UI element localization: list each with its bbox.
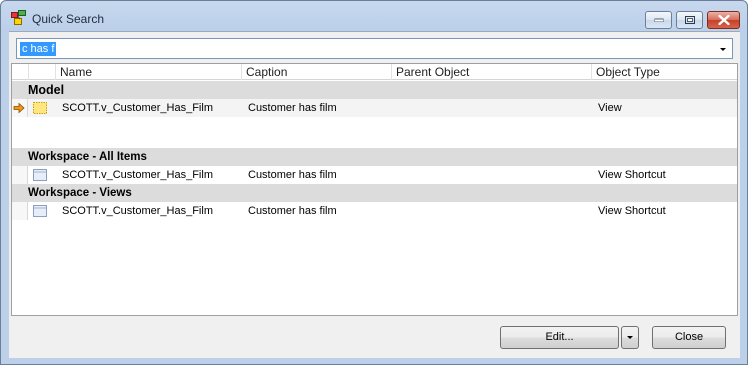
column-header-name[interactable]: Name bbox=[55, 64, 241, 80]
title-bar[interactable]: Quick Search bbox=[1, 1, 747, 31]
results-grid[interactable]: Name Caption Parent Object Object Type M… bbox=[11, 63, 738, 316]
column-header-object-type[interactable]: Object Type bbox=[591, 64, 737, 80]
minimize-button[interactable] bbox=[645, 11, 672, 29]
cell-name: SCOTT.v_Customer_Has_Film bbox=[62, 169, 213, 181]
grid-header: Name Caption Parent Object Object Type bbox=[12, 64, 737, 80]
row-header-corner bbox=[12, 64, 29, 80]
cell-object-type: View Shortcut bbox=[598, 169, 666, 181]
search-combobox[interactable]: c has f bbox=[16, 38, 733, 59]
group-row-workspace-views[interactable]: Workspace - Views bbox=[12, 184, 737, 202]
chevron-down-icon bbox=[627, 335, 633, 339]
row-selector[interactable] bbox=[12, 202, 28, 220]
table-row[interactable]: SCOTT.v_Customer_Has_Film Customer has f… bbox=[12, 202, 737, 220]
table-row[interactable]: SCOTT.v_Customer_Has_Film Customer has f… bbox=[12, 166, 737, 184]
row-selector[interactable] bbox=[12, 99, 28, 117]
maximize-button[interactable] bbox=[676, 11, 703, 29]
column-header-parent-object[interactable]: Parent Object bbox=[391, 64, 591, 80]
row-selector[interactable] bbox=[12, 166, 28, 184]
current-row-arrow-icon bbox=[13, 102, 25, 114]
dialog-client-area: c has f Name Caption Parent Object Objec… bbox=[9, 31, 740, 358]
cell-object-type: View bbox=[598, 102, 622, 114]
column-header-caption[interactable]: Caption bbox=[241, 64, 391, 80]
edit-button[interactable]: Edit... bbox=[500, 326, 619, 349]
search-input[interactable]: c has f bbox=[20, 42, 57, 56]
edit-dropdown-button[interactable] bbox=[621, 326, 639, 349]
cell-name: SCOTT.v_Customer_Has_Film bbox=[62, 205, 213, 217]
view-shortcut-icon bbox=[33, 205, 47, 217]
cell-caption: Customer has film bbox=[248, 169, 337, 181]
window-close-button[interactable] bbox=[707, 11, 740, 29]
quick-search-window: Quick Search c has f Name Caption Parent… bbox=[0, 0, 748, 365]
cell-caption: Customer has film bbox=[248, 102, 337, 114]
view-icon bbox=[33, 102, 47, 114]
cell-object-type: View Shortcut bbox=[598, 205, 666, 217]
close-button[interactable]: Close bbox=[652, 326, 726, 349]
close-icon bbox=[718, 15, 729, 25]
minimize-icon bbox=[654, 18, 663, 22]
cell-caption: Customer has film bbox=[248, 205, 337, 217]
cell-name: SCOTT.v_Customer_Has_Film bbox=[62, 102, 213, 114]
table-row[interactable]: SCOTT.v_Customer_Has_Film Customer has f… bbox=[12, 99, 737, 117]
view-shortcut-icon bbox=[33, 169, 47, 181]
group-row-model[interactable]: Model bbox=[12, 81, 737, 99]
app-icon bbox=[11, 10, 26, 25]
chevron-down-icon[interactable] bbox=[716, 42, 730, 56]
window-title: Quick Search bbox=[32, 12, 105, 26]
maximize-icon bbox=[684, 16, 695, 24]
group-row-workspace-all-items[interactable]: Workspace - All Items bbox=[12, 148, 737, 166]
